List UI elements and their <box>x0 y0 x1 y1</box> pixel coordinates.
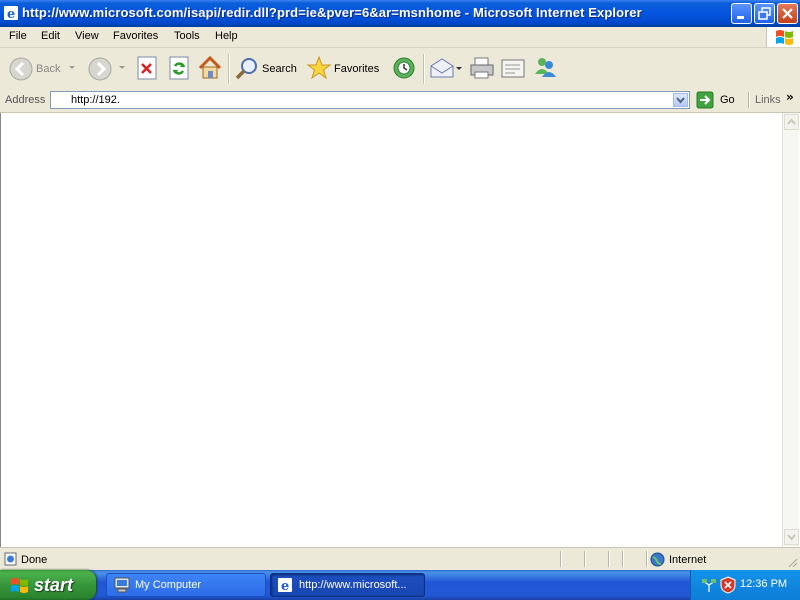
print-icon[interactable] <box>469 56 495 80</box>
window-title: http://www.microsoft.com/isapi/redir.dll… <box>22 5 642 20</box>
my-computer-icon <box>114 577 130 593</box>
page-content[interactable] <box>0 113 782 547</box>
search-label: Search <box>262 63 297 75</box>
chevron-right-icon[interactable]: » <box>786 90 794 104</box>
back-label: Back <box>36 63 61 75</box>
windows-flag-logo <box>766 27 800 47</box>
scroll-down-button[interactable] <box>784 529 799 545</box>
forward-button[interactable] <box>86 54 128 82</box>
windows-flag-icon <box>776 30 793 45</box>
home-icon[interactable] <box>197 55 223 81</box>
svg-text:e: e <box>7 7 15 21</box>
status-divider <box>608 551 610 567</box>
security-zone-text: Internet <box>669 554 707 566</box>
close-icon <box>782 8 793 19</box>
chevron-down-icon <box>119 66 125 69</box>
links-button[interactable]: Links <box>755 94 781 106</box>
back-arrow-icon <box>9 57 33 81</box>
internet-globe-icon <box>650 552 665 567</box>
favorites-button[interactable]: Favorites <box>305 54 383 82</box>
page-icon <box>53 93 69 107</box>
taskbar-item-label: My Computer <box>135 579 202 591</box>
toolbar-separator <box>423 54 425 84</box>
chevron-up-icon <box>787 118 796 125</box>
chevron-down-icon <box>787 534 796 541</box>
start-label: start <box>34 575 74 595</box>
search-icon <box>235 58 257 80</box>
chevron-down-icon <box>69 66 75 69</box>
stop-icon[interactable] <box>135 56 159 80</box>
forward-arrow-icon <box>88 57 112 81</box>
address-field[interactable] <box>50 91 690 109</box>
edit-icon[interactable] <box>500 56 526 80</box>
minimize-button[interactable] <box>731 3 752 24</box>
status-bar: Done Internet <box>0 547 800 570</box>
maximize-button[interactable] <box>754 3 775 24</box>
title-bar[interactable]: e http://www.microsoft.com/isapi/redir.d… <box>0 0 800 27</box>
address-label: Address <box>5 94 46 106</box>
go-label: Go <box>720 94 735 106</box>
menu-tools[interactable]: Tools <box>174 30 200 42</box>
ie-logo-icon: e <box>278 578 292 593</box>
address-bar: Address Go Links » <box>0 89 800 113</box>
resize-grip-icon[interactable] <box>786 556 798 568</box>
taskbar-item-internet-explorer[interactable]: e http://www.microsoft... <box>270 573 425 597</box>
favorites-label: Favorites <box>334 63 380 75</box>
status-divider <box>560 551 562 567</box>
toolbar-separator <box>748 92 750 108</box>
svg-text:e: e <box>281 579 289 593</box>
windows-flag-icon <box>11 578 28 593</box>
taskbar-item-my-computer[interactable]: My Computer <box>106 573 266 597</box>
page-done-icon <box>4 552 17 566</box>
clock: 12:36 PM <box>740 578 788 590</box>
back-button[interactable]: Back <box>6 54 84 82</box>
security-shield-icon[interactable] <box>720 576 736 594</box>
standard-toolbar: Back Search Favorites <box>0 48 800 90</box>
menu-file[interactable]: File <box>9 30 27 42</box>
restore-icon <box>758 7 771 20</box>
search-button[interactable]: Search <box>233 54 299 82</box>
status-divider <box>646 551 648 567</box>
go-arrow-icon <box>696 91 714 109</box>
vertical-scrollbar[interactable] <box>782 113 799 547</box>
menu-view[interactable]: View <box>75 30 99 42</box>
address-dropdown-button[interactable] <box>673 93 688 107</box>
menu-edit[interactable]: Edit <box>41 30 60 42</box>
star-icon <box>306 55 332 80</box>
menu-help[interactable]: Help <box>215 30 238 42</box>
toolbar-separator <box>228 54 230 84</box>
mail-icon[interactable] <box>429 56 463 80</box>
status-text: Done <box>21 554 48 566</box>
refresh-icon[interactable] <box>167 56 191 80</box>
address-input[interactable] <box>71 93 661 107</box>
status-divider <box>584 551 586 567</box>
ie-logo-icon: e <box>4 6 18 21</box>
chevron-down-icon <box>676 97 685 104</box>
taskbar-item-label: http://www.microsoft... <box>299 579 407 591</box>
messenger-icon[interactable] <box>532 54 558 80</box>
history-icon[interactable] <box>391 55 417 81</box>
menu-bar: File Edit View Favorites Tools Help <box>0 27 800 48</box>
close-button[interactable] <box>777 3 798 24</box>
network-icon[interactable] <box>701 577 717 593</box>
status-divider <box>622 551 624 567</box>
scroll-up-button[interactable] <box>784 114 799 130</box>
menu-favorites[interactable]: Favorites <box>113 30 158 42</box>
minimize-icon <box>737 16 744 19</box>
